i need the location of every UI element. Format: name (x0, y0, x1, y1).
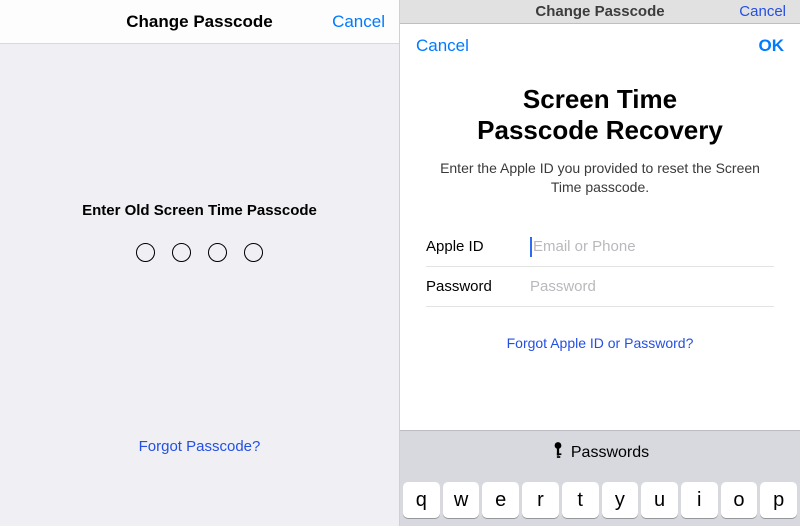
apple-id-row: Apple ID (426, 227, 774, 267)
forgot-passcode-label: Forgot Passcode? (139, 438, 261, 455)
background-cancel-button: Cancel (739, 3, 786, 20)
key-t[interactable]: t (562, 482, 599, 518)
left-screen-change-passcode: Change Passcode Cancel Enter Old Screen … (0, 0, 400, 526)
sheet-nav-bar: Cancel OK (400, 24, 800, 68)
passcode-entry-area: Enter Old Screen Time Passcode (0, 44, 399, 262)
apple-id-input[interactable] (530, 237, 774, 257)
forgot-apple-id-link[interactable]: Forgot Apple ID or Password? (426, 335, 774, 353)
sheet-title: Screen Time Passcode Recovery (426, 84, 774, 145)
key-e[interactable]: e (482, 482, 519, 518)
background-nav-title: Change Passcode (535, 3, 664, 20)
password-label: Password (426, 278, 530, 295)
password-input[interactable] (530, 278, 774, 295)
passwords-autofill-label: Passwords (571, 444, 649, 462)
sheet-title-line1: Screen Time (523, 84, 677, 114)
cancel-button[interactable]: Cancel (332, 12, 385, 32)
key-p[interactable]: p (760, 482, 797, 518)
passcode-dot (244, 243, 263, 262)
sheet-ok-button[interactable]: OK (759, 36, 785, 56)
right-screen-recovery: Change Passcode Cancel Cancel OK Screen … (400, 0, 800, 526)
sheet-subtitle: Enter the Apple ID you provided to reset… (426, 159, 774, 197)
nav-bar: Change Passcode Cancel (0, 0, 399, 44)
passcode-dot (172, 243, 191, 262)
passcode-dot (208, 243, 227, 262)
passwords-autofill-button[interactable]: Passwords (400, 430, 800, 474)
password-row: Password (426, 267, 774, 307)
key-y[interactable]: y (602, 482, 639, 518)
passcode-dots[interactable] (136, 243, 263, 262)
key-i[interactable]: i (681, 482, 718, 518)
key-icon (551, 441, 565, 464)
apple-id-label: Apple ID (426, 238, 530, 255)
sheet-cancel-button[interactable]: Cancel (416, 36, 469, 56)
key-q[interactable]: q (403, 482, 440, 518)
key-u[interactable]: u (641, 482, 678, 518)
forgot-passcode-link[interactable]: Forgot Passcode? (0, 438, 399, 456)
keyboard-row-1: q w e r t y u i o p (400, 474, 800, 526)
key-w[interactable]: w (443, 482, 480, 518)
keyboard: Passwords q w e r t y u i o p (400, 430, 800, 526)
key-r[interactable]: r (522, 482, 559, 518)
forgot-apple-id-label: Forgot Apple ID or Password? (507, 335, 694, 351)
recovery-sheet: Cancel OK Screen Time Passcode Recovery … (400, 24, 800, 526)
nav-title: Change Passcode (126, 12, 272, 32)
key-o[interactable]: o (721, 482, 758, 518)
passcode-dot (136, 243, 155, 262)
sheet-title-line2: Passcode Recovery (477, 115, 723, 145)
passcode-prompt: Enter Old Screen Time Passcode (82, 202, 317, 219)
background-nav-bar: Change Passcode Cancel (400, 0, 800, 24)
